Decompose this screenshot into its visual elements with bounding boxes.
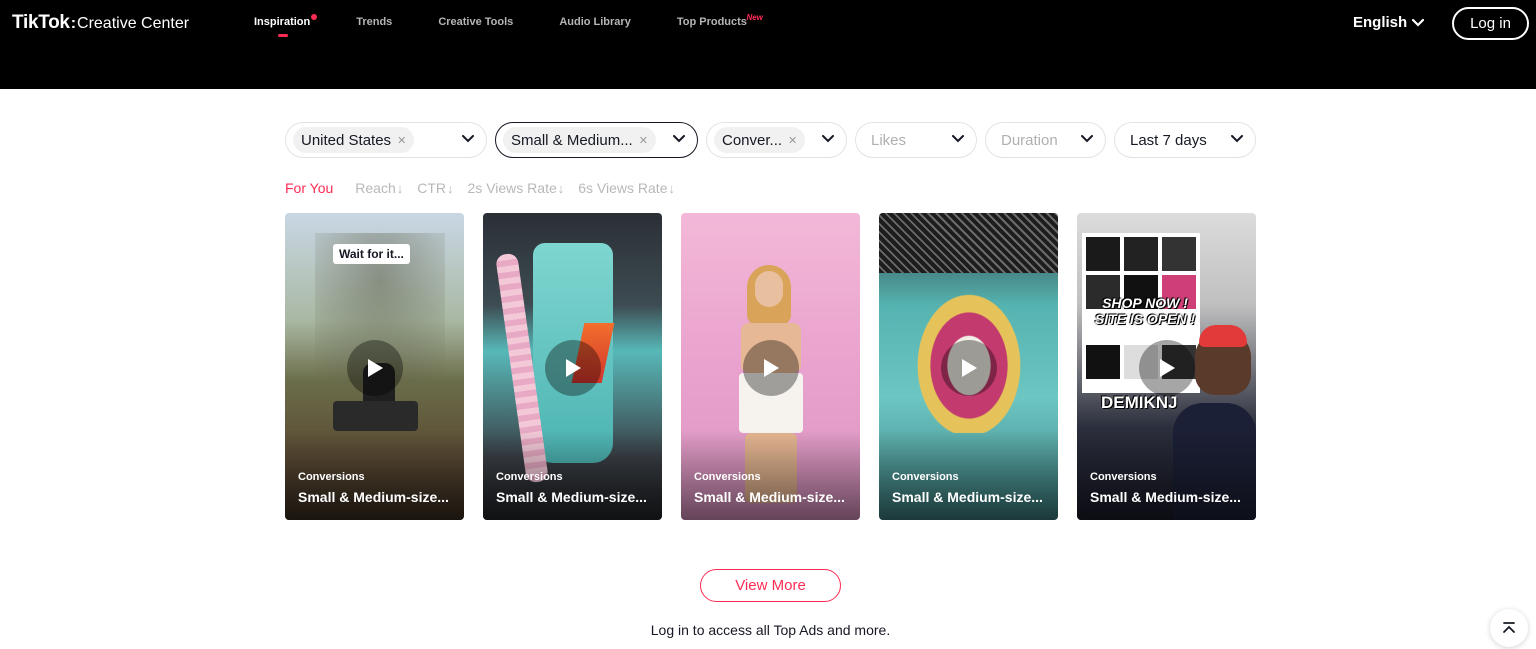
nav-top-products[interactable]: Top Products New bbox=[676, 13, 763, 28]
play-button-icon[interactable] bbox=[545, 340, 601, 396]
shop-now-line: SHOP NOW ! bbox=[1102, 295, 1188, 311]
card-objective: Conversions bbox=[694, 471, 761, 483]
nav-top-products-label: Top Products bbox=[676, 16, 747, 28]
notification-dot bbox=[311, 14, 318, 20]
ad-card[interactable]: Conversions Small & Medium-size... bbox=[879, 213, 1058, 520]
chevron-down-icon bbox=[462, 135, 474, 143]
region-filter[interactable]: United States ✕ bbox=[285, 122, 487, 158]
nav-creative-tools[interactable]: Creative Tools bbox=[438, 16, 513, 28]
industry-value: Small & Medium... bbox=[511, 131, 633, 149]
sort-for-you[interactable]: For You bbox=[285, 180, 333, 196]
industry-filter[interactable]: Small & Medium... ✕ bbox=[495, 122, 698, 158]
card-industry: Small & Medium-size... bbox=[496, 489, 647, 505]
play-button-icon[interactable] bbox=[347, 340, 403, 396]
nav-creative-tools-label: Creative Tools bbox=[438, 16, 514, 28]
clear-icon[interactable]: ✕ bbox=[639, 134, 648, 147]
play-button-icon[interactable] bbox=[941, 340, 997, 396]
sort-tabs: For You Reach ↓ CTR ↓ 2s Views Rate ↓ 6s Vi… bbox=[285, 180, 689, 196]
card-objective: Conversions bbox=[1090, 471, 1157, 483]
nav-trends[interactable]: Trends bbox=[356, 16, 392, 28]
objective-chip: Conver... ✕ bbox=[714, 127, 806, 153]
likes-placeholder: Likes bbox=[871, 131, 907, 149]
card-industry: Small & Medium-size... bbox=[298, 489, 449, 505]
language-selector[interactable]: English bbox=[1353, 14, 1425, 31]
logo-subtitle: Creative Center bbox=[77, 15, 190, 32]
card-objective: Conversions bbox=[496, 471, 563, 483]
language-label: English bbox=[1353, 14, 1408, 31]
chevron-down-icon bbox=[1231, 135, 1243, 143]
chevron-down-icon bbox=[822, 135, 834, 143]
view-more-button[interactable]: View More bbox=[700, 569, 841, 602]
model-face bbox=[755, 271, 783, 307]
nav-audio-library[interactable]: Audio Library bbox=[559, 16, 631, 28]
card-industry: Small & Medium-size... bbox=[694, 489, 845, 505]
ad-card[interactable]: Wait for it... Conversions Small & Mediu… bbox=[285, 213, 464, 520]
play-button-icon[interactable] bbox=[743, 340, 799, 396]
new-badge: New bbox=[746, 13, 763, 22]
ad-card[interactable]: Conversions Small & Medium-size... bbox=[681, 213, 860, 520]
logo-wordmark: TikTok bbox=[12, 12, 70, 33]
region-value: United States bbox=[301, 131, 392, 149]
clear-icon[interactable]: ✕ bbox=[397, 134, 406, 147]
play-button-icon[interactable] bbox=[1139, 340, 1195, 396]
ad-card[interactable]: Conversions Small & Medium-size... bbox=[483, 213, 662, 520]
sort-6s-views-rate[interactable]: 6s Views Rate ↓ bbox=[578, 180, 675, 196]
card-objective: Conversions bbox=[892, 471, 959, 483]
login-button[interactable]: Log in bbox=[1452, 7, 1529, 40]
arrow-up-icon bbox=[1503, 622, 1515, 633]
sort-ctr-label: CTR bbox=[417, 180, 447, 196]
logo-colon: : bbox=[70, 15, 77, 32]
shop-now-overlay: SHOP NOW ! SITE IS OPEN ! bbox=[1085, 295, 1205, 327]
sort-arrow-icon: ↓ bbox=[447, 180, 454, 196]
sort-arrow-icon: ↓ bbox=[668, 180, 675, 196]
active-nav-indicator bbox=[278, 34, 288, 37]
sort-for-you-label: For You bbox=[285, 180, 334, 196]
ad-card[interactable]: SHOP NOW ! SITE IS OPEN ! DEMIKNJ Conver… bbox=[1077, 213, 1256, 520]
industry-chip: Small & Medium... ✕ bbox=[503, 127, 656, 153]
top-header: TikTok : Creative Center Inspiration Tre… bbox=[0, 0, 1536, 89]
site-open-line: SITE IS OPEN ! bbox=[1094, 311, 1196, 327]
sort-arrow-icon: ↓ bbox=[396, 180, 404, 196]
login-prompt-text: Log in to access all Top Ads and more. bbox=[650, 622, 891, 638]
objective-value: Conver... bbox=[722, 131, 783, 149]
red-hair bbox=[1199, 325, 1247, 347]
objective-filter[interactable]: Conver... ✕ bbox=[706, 122, 847, 158]
chevron-down-icon bbox=[673, 135, 685, 143]
nav-trends-label: Trends bbox=[356, 16, 393, 28]
brand-name-overlay: DEMIKNJ bbox=[1101, 393, 1178, 412]
period-filter[interactable]: Last 7 days bbox=[1114, 122, 1256, 158]
nav-inspiration[interactable]: Inspiration bbox=[254, 14, 318, 37]
duration-placeholder: Duration bbox=[1001, 131, 1058, 149]
card-industry: Small & Medium-size... bbox=[892, 489, 1043, 505]
chevron-down-icon bbox=[1412, 18, 1425, 27]
chevron-down-icon bbox=[1081, 135, 1093, 143]
back-to-top-button[interactable] bbox=[1490, 609, 1528, 647]
card-objective: Conversions bbox=[298, 471, 365, 483]
card-industry: Small & Medium-size... bbox=[1090, 489, 1241, 505]
likes-filter[interactable]: Likes bbox=[855, 122, 977, 158]
sort-2s-views-rate[interactable]: 2s Views Rate ↓ bbox=[468, 180, 565, 196]
sort-6s-views-rate-label: 6s Views Rate bbox=[578, 180, 668, 196]
sort-reach-label: Reach bbox=[355, 180, 396, 196]
chevron-down-icon bbox=[952, 135, 964, 143]
region-chip: United States ✕ bbox=[293, 127, 415, 153]
period-value: Last 7 days bbox=[1130, 131, 1207, 149]
stump-object bbox=[333, 401, 418, 431]
nav-audio-library-label: Audio Library bbox=[559, 16, 631, 28]
sort-ctr[interactable]: CTR ↓ bbox=[417, 180, 453, 196]
nav-inspiration-label: Inspiration bbox=[254, 16, 311, 28]
clear-icon[interactable]: ✕ bbox=[788, 134, 797, 147]
jacket-pattern bbox=[879, 213, 1058, 273]
duration-filter[interactable]: Duration bbox=[985, 122, 1106, 158]
sort-arrow-icon: ↓ bbox=[557, 180, 565, 196]
tiktok-creative-center-logo[interactable]: TikTok : Creative Center bbox=[12, 12, 189, 34]
sort-2s-views-rate-label: 2s Views Rate bbox=[467, 180, 557, 196]
sort-reach[interactable]: Reach ↓ bbox=[355, 180, 403, 196]
video-caption: Wait for it... bbox=[333, 244, 410, 264]
main-nav: Inspiration Trends Creative Tools Audio … bbox=[254, 13, 793, 37]
